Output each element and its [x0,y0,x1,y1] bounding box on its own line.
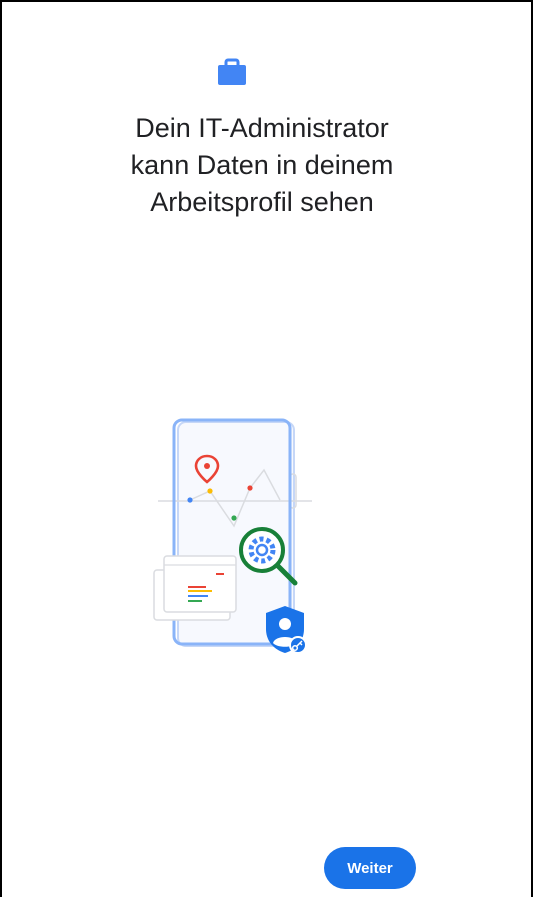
page-title: Dein IT-Administrator kann Daten in dein… [32,110,492,221]
app-screen: Dein IT-Administrator kann Daten in dein… [0,0,533,897]
chart-point [207,488,213,494]
work-profile-illustration [153,418,312,654]
title-line-2: kann Daten in deinem [130,150,394,180]
title-line-3: Arbeitsprofil sehen [150,187,374,217]
chart-point [247,485,253,491]
document-cards [153,555,237,621]
continue-button[interactable]: Weiter [324,847,416,889]
chart-point [187,497,193,503]
briefcase-icon [218,58,246,85]
chart-point [231,515,237,521]
title-line-1: Dein IT-Administrator [135,113,389,143]
key-icon [289,636,307,654]
